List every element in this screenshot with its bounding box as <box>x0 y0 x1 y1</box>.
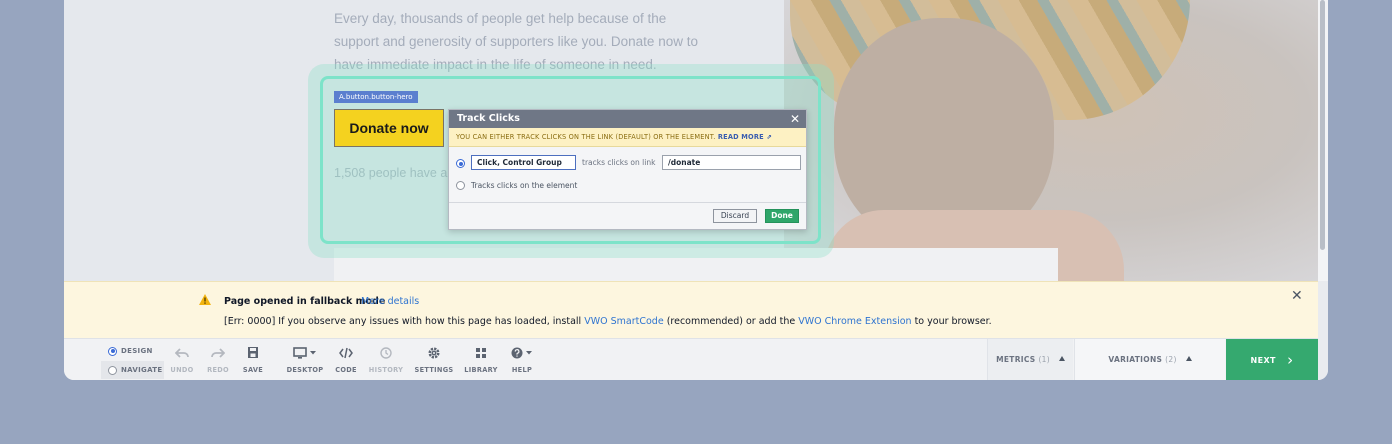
chrome-extension-link[interactable]: VWO Chrome Extension <box>798 316 911 327</box>
settings-button[interactable]: SETTINGS <box>414 345 454 377</box>
mode-switch: DESIGN NAVIGATE <box>101 339 164 380</box>
save-icon <box>248 347 258 358</box>
dialog-notice-text: YOU CAN EITHER TRACK CLICKS ON THE LINK … <box>456 133 716 141</box>
dialog-header: Track Clicks ✕ <box>449 110 806 128</box>
dialog-title: Track Clicks <box>457 113 520 124</box>
history-button[interactable]: HISTORY <box>368 345 404 377</box>
metrics-count: (1) <box>1038 355 1050 364</box>
redo-label: REDO <box>207 366 229 374</box>
page-preview[interactable]: Every day, thousands of people get help … <box>64 0 1318 281</box>
settings-icon <box>428 347 440 359</box>
banner-message-text-3: to your browser. <box>911 316 992 327</box>
banner-message-text: [Err: 0000] If you observe any issues wi… <box>224 316 585 327</box>
metrics-label: METRICS <box>996 355 1036 364</box>
save-label: SAVE <box>242 366 264 374</box>
mode-design-label: DESIGN <box>121 347 153 355</box>
mode-navigate-option[interactable]: NAVIGATE <box>101 361 164 379</box>
code-icon <box>339 347 353 359</box>
dialog-notice: YOU CAN EITHER TRACK CLICKS ON THE LINK … <box>449 128 806 147</box>
history-icon <box>380 347 392 359</box>
desktop-button[interactable]: DESKTOP <box>286 345 324 377</box>
close-icon[interactable]: ✕ <box>1291 289 1303 303</box>
page-scrollbar-thumb[interactable] <box>1320 0 1325 250</box>
dialog-divider <box>449 202 806 203</box>
track-element-label: Tracks clicks on the element <box>471 181 578 190</box>
mode-navigate-label: NAVIGATE <box>121 366 163 374</box>
undo-button[interactable]: UNDO <box>169 345 195 377</box>
page-scrollbar[interactable] <box>1318 0 1328 281</box>
banner-message: [Err: 0000] If you observe any issues wi… <box>224 316 992 327</box>
library-icon <box>476 348 486 358</box>
fallback-banner: Page opened in fallback mode More detail… <box>64 281 1318 338</box>
close-icon[interactable]: ✕ <box>790 110 800 128</box>
chevron-right-icon: › <box>1287 351 1294 369</box>
banner-message-text-2: (recommended) or add the <box>663 316 799 327</box>
donate-now-button[interactable]: Donate now <box>334 109 444 147</box>
help-label: HELP <box>511 366 533 374</box>
library-label: LIBRARY <box>464 366 498 374</box>
save-button[interactable]: SAVE <box>240 345 266 377</box>
library-button[interactable]: LIBRARY <box>464 345 498 377</box>
desktop-label: DESKTOP <box>286 366 324 374</box>
track-clicks-dialog: Track Clicks ✕ YOU CAN EITHER TRACK CLIC… <box>448 109 807 230</box>
warning-icon <box>199 294 211 305</box>
navigate-radio[interactable] <box>108 365 117 375</box>
redo-icon <box>211 348 225 358</box>
caret-up-icon <box>1058 356 1065 361</box>
variations-count: (2) <box>1165 355 1177 364</box>
smartcode-link[interactable]: VWO SmartCode <box>584 316 663 327</box>
redo-button[interactable]: REDO <box>205 345 231 377</box>
mode-design-option[interactable]: DESIGN <box>101 342 164 360</box>
history-label: HISTORY <box>368 366 404 374</box>
undo-label: UNDO <box>170 366 194 374</box>
code-label: CODE <box>335 366 357 374</box>
desktop-icon <box>293 347 316 359</box>
more-details-link[interactable]: More details <box>361 296 419 307</box>
goal-name-input[interactable]: Click, Control Group <box>471 155 576 170</box>
window-edge <box>1318 281 1328 380</box>
discard-button[interactable]: Discard <box>713 209 757 223</box>
track-link-radio[interactable] <box>456 159 465 168</box>
design-radio[interactable] <box>108 346 117 356</box>
link-url-input[interactable]: /donate <box>662 155 801 170</box>
metrics-button[interactable]: METRICS (1) <box>987 339 1073 380</box>
variations-button[interactable]: VARIATIONS (2) <box>1074 339 1225 380</box>
track-element-radio[interactable] <box>456 181 465 190</box>
help-button[interactable]: HELP <box>508 345 536 377</box>
undo-icon <box>175 348 189 358</box>
selector-tag: A.button.button-hero <box>334 91 418 103</box>
done-button[interactable]: Done <box>765 209 799 223</box>
code-button[interactable]: CODE <box>334 345 358 377</box>
next-label: NEXT <box>1250 356 1276 365</box>
help-icon <box>511 347 532 359</box>
editor-window: Every day, thousands of people get help … <box>64 0 1328 380</box>
next-button[interactable]: NEXT › <box>1226 339 1318 380</box>
caret-up-icon <box>1185 356 1192 361</box>
tracks-link-label: tracks clicks on link <box>582 158 656 167</box>
settings-label: SETTINGS <box>414 366 454 374</box>
variations-label: VARIATIONS <box>1108 355 1163 364</box>
read-more-link[interactable]: READ MORE ⇗ <box>718 133 772 141</box>
editor-toolbar: DESIGN NAVIGATE UNDO REDO SAVE DESKTOP C… <box>64 338 1318 380</box>
